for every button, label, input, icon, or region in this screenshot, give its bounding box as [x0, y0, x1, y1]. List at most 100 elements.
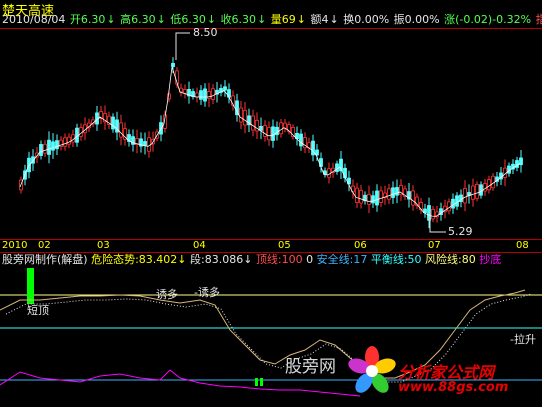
candle-body: [463, 188, 467, 204]
date-axis-label: 04: [193, 240, 206, 251]
candle-body: [195, 92, 199, 98]
indicator-bottom-label: 抄底: [479, 253, 502, 266]
indicator-zero: 0: [306, 253, 314, 266]
candle-body: [111, 116, 115, 130]
date-axis-label: 03: [97, 240, 110, 251]
candle-body: [279, 122, 283, 135]
candle-body: [355, 187, 359, 203]
moving-average-series: [19, 66, 521, 217]
quote-info-bar: 2010/08/04 开6.30↓ 高6.30↓ 低6.30↓ 收6.30↓ 量…: [2, 13, 542, 27]
quote-amount: 额4: [310, 13, 329, 26]
indicator-info-bar: 股旁网制作(解盘) 危险态势:83.402↓ 段:83.086↓ 顶线:100 …: [2, 253, 501, 267]
signal-bar: [260, 378, 263, 386]
candle-body: [431, 208, 435, 220]
indicator-balance-line: 平衡线:50: [370, 253, 422, 266]
candle-body: [447, 201, 451, 212]
candle-body: [275, 126, 279, 136]
watermark-text: 股旁网: [285, 357, 336, 377]
quote-low: 低6.30: [170, 13, 206, 26]
date-axis: 2010 02 03 04 05 06 07 08: [0, 240, 542, 252]
candle-body: [63, 137, 67, 147]
candle-body: [451, 198, 455, 209]
candle-body: [143, 141, 147, 146]
candle-body: [359, 189, 363, 204]
candle-body: [371, 195, 375, 204]
candle-body: [411, 190, 415, 206]
chart-canvas[interactable]: [0, 0, 542, 407]
date-axis-label: 08: [516, 240, 529, 251]
date-axis-label: 06: [354, 240, 367, 251]
candle-body: [43, 143, 47, 154]
down-arrow-icon: ↓: [106, 13, 116, 26]
min-price-label: 5.29: [448, 225, 473, 238]
candle-body: [475, 183, 479, 199]
candle-body: [183, 89, 187, 94]
down-arrow-icon: ↓: [206, 13, 217, 26]
indicator-menu-button[interactable]: 指数: [536, 13, 542, 26]
candle-body: [471, 185, 475, 200]
quote-volume: 量69: [270, 13, 296, 26]
indicator-name[interactable]: 股旁网制作(解盘): [2, 253, 88, 266]
candle-body: [327, 168, 331, 178]
ma-line: [19, 66, 521, 217]
candle-body: [235, 100, 239, 116]
quote-amplitude: 振0.00%: [393, 13, 440, 26]
down-arrow-icon: ↓: [329, 13, 339, 26]
candle-body: [455, 195, 459, 207]
candle-body: [203, 88, 207, 102]
candle-body: [483, 183, 487, 192]
candle-body: [267, 127, 271, 141]
candle-body: [119, 122, 123, 138]
candle-body: [423, 208, 427, 214]
candle-body: [51, 141, 55, 151]
quote-change: 涨(-0.02)-0.32%: [444, 13, 532, 26]
max-price-marker: [175, 32, 190, 60]
candle-body: [271, 126, 275, 141]
down-arrow-icon: ↓: [257, 13, 267, 26]
short-top-signal-bar: [27, 268, 34, 304]
max-price-label: 8.50: [193, 26, 218, 39]
candle-body: [487, 179, 491, 191]
candle-body: [367, 193, 371, 205]
indicator-top-line: 顶线:100: [255, 253, 303, 266]
quote-date: 2010/08/04: [2, 13, 66, 26]
indicator-segment-value: 段:83.086: [190, 253, 244, 266]
candle-body: [243, 109, 247, 126]
down-arrow-icon: ↓: [156, 13, 166, 26]
lure-annotation: -诱多: [152, 288, 178, 301]
down-arrow-icon: ↓: [296, 13, 306, 26]
candle-body: [251, 115, 255, 131]
indicator-safe-line: 安全线:17: [316, 253, 368, 266]
quote-close: 收6.30: [220, 13, 257, 26]
candle-body: [259, 125, 263, 131]
lure-annotation: -诱多: [194, 286, 220, 299]
stock-chart-window: 楚天高速 2010/08/04 开6.30↓ 高6.30↓ 低6.30↓ 收6.…: [0, 0, 542, 407]
candle-body: [207, 91, 211, 99]
indicator-risk-value: 危险态势:83.402: [91, 253, 178, 266]
candle-body: [171, 62, 175, 68]
quote-open: 开6.30: [69, 13, 106, 26]
candle-body: [491, 175, 495, 189]
quote-high: 高6.30: [120, 13, 156, 26]
candle-body: [223, 86, 227, 91]
date-axis-label: 02: [38, 240, 51, 251]
candle-body: [47, 139, 51, 155]
candle-body: [335, 163, 339, 172]
candle-body: [479, 184, 483, 196]
indicator-risk-line: 风险线:80: [425, 253, 476, 266]
candle-body: [211, 88, 215, 100]
date-axis-label: 05: [278, 240, 291, 251]
down-arrow-icon: ↓: [177, 253, 187, 266]
candle-body: [39, 144, 43, 156]
date-axis-label: 07: [428, 240, 441, 251]
candle-body: [147, 137, 151, 152]
candle-body: [199, 90, 203, 100]
candle-body: [375, 190, 379, 206]
candle-body: [391, 187, 395, 198]
candle-body: [395, 187, 399, 196]
candle-body: [379, 190, 383, 203]
quote-turnover: 换0.00%: [343, 13, 390, 26]
short-top-annotation: 短顶: [27, 304, 49, 317]
down-arrow-icon: ↓: [243, 253, 253, 266]
logo-url: www.88gs.com: [398, 380, 509, 395]
